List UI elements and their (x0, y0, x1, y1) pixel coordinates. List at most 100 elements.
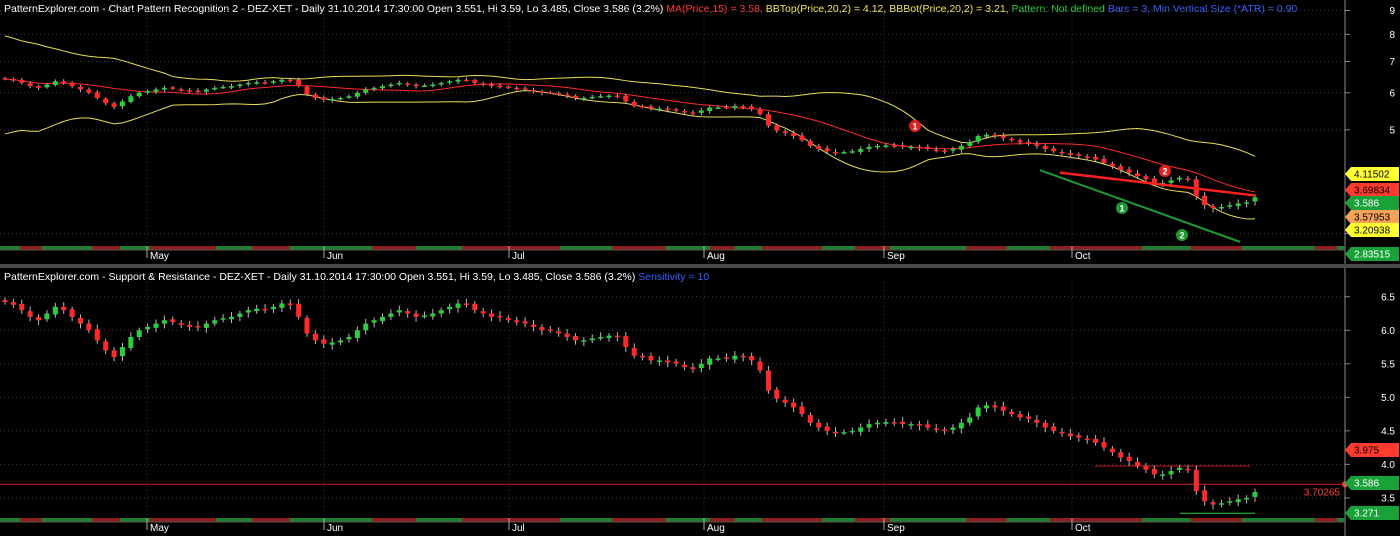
candle-body (103, 98, 109, 104)
candle-body (296, 79, 302, 87)
activity-strip-segment (890, 246, 927, 250)
candle-body (237, 313, 243, 317)
price-tag: 4.11502 (1345, 167, 1399, 181)
activity-strip-segment (822, 246, 855, 250)
y-tick-label: 4.0 (1381, 460, 1395, 471)
candle-body (136, 92, 142, 97)
pattern-chart-svg[interactable]: 1212987653MayJunJulAugSepOct4.115023.698… (0, 0, 1400, 264)
activity-strip-segment (791, 518, 822, 522)
candle-body (614, 95, 620, 98)
activity-strip-segment (150, 518, 182, 522)
activity-strip-segment (822, 518, 855, 522)
activity-strip-segment (762, 246, 791, 250)
candle-body (10, 302, 16, 305)
month-label: Aug (707, 251, 725, 262)
activity-strip-segment (372, 518, 416, 522)
pattern-marker: 2 (1176, 229, 1188, 241)
candle-body (1176, 177, 1182, 180)
candle-body (203, 323, 209, 328)
candle-body (564, 94, 570, 97)
y-tick-label: 5.5 (1381, 359, 1395, 370)
candle-body (212, 320, 218, 324)
candle-body (270, 81, 276, 83)
candle-body (1185, 468, 1191, 471)
candle-body (732, 355, 738, 360)
candle-body (1135, 173, 1141, 177)
candle-body (388, 84, 394, 87)
candle-body (547, 329, 553, 331)
candle-body (992, 405, 998, 408)
candle-body (774, 125, 780, 131)
candle-body (472, 79, 478, 83)
candle-body (539, 326, 545, 331)
candle-body (648, 356, 654, 361)
candle-body (1084, 156, 1090, 158)
pattern-recognition-chart-pane[interactable]: PatternExplorer.com - Chart Pattern Reco… (0, 0, 1400, 264)
candle-body (723, 357, 729, 359)
candle-body (1126, 456, 1132, 462)
candle-body (1235, 499, 1241, 503)
activity-strip-segment (416, 518, 462, 522)
activity-strip-segment (92, 518, 120, 522)
candle-body (682, 111, 688, 113)
candle-body (354, 330, 360, 338)
candle-body (27, 83, 33, 87)
month-label: Jun (327, 251, 343, 262)
month-label: Oct (1075, 251, 1091, 262)
candle-body (212, 87, 218, 90)
candle-body (1034, 143, 1040, 146)
candle-body (757, 109, 763, 115)
candle-body (841, 432, 847, 434)
candle-body (489, 313, 495, 317)
candle-body (883, 422, 889, 424)
candle-body (723, 107, 729, 109)
candle-body (1059, 151, 1065, 154)
activity-strip-segment (416, 246, 462, 250)
candle-body (891, 422, 897, 424)
activity-strip-segment (20, 246, 42, 250)
candle-body (623, 335, 629, 348)
pattern-marker-label: 2 (1179, 231, 1184, 241)
candle-body (10, 79, 16, 81)
candle-body (749, 356, 755, 361)
candle-body (606, 335, 612, 338)
month-label: Jun (327, 523, 343, 534)
candle-body (665, 360, 671, 363)
candle-body (992, 134, 998, 137)
candle-body (824, 148, 830, 152)
month-label: Sep (887, 523, 905, 534)
candles (2, 297, 1258, 510)
candle-body (338, 97, 344, 100)
grid (0, 282, 1345, 522)
candle-body (371, 87, 377, 90)
candle-body (975, 136, 981, 142)
candle-body (757, 361, 763, 371)
candle-body (119, 347, 125, 357)
activity-strip-segment (762, 518, 791, 522)
candle-body (128, 96, 134, 102)
candle-body (1017, 140, 1023, 143)
activity-strip-segment (182, 246, 216, 250)
price-tag-label: 3.69834 (1354, 186, 1391, 197)
candle-body (1101, 158, 1107, 163)
candle-body (614, 335, 620, 338)
candle-body (791, 133, 797, 137)
candle-body (1025, 141, 1031, 144)
month-label: Jul (512, 251, 525, 262)
candle-body (220, 318, 226, 320)
activity-strip-segment (560, 518, 612, 522)
candle-body (732, 106, 738, 109)
activity-strip-segment (66, 518, 92, 522)
activity-strip-segment (372, 246, 416, 250)
activity-strip-segment (735, 518, 762, 522)
support-resistance-chart-pane[interactable]: PatternExplorer.com - Support & Resistan… (0, 268, 1400, 536)
candle-body (799, 406, 805, 415)
candle-body (1244, 497, 1250, 500)
month-label: Jul (512, 523, 525, 534)
y-axis: 6.5 6.0 5.5 5.0 4.5 4.0 3.5 (1344, 268, 1395, 536)
candle-body (858, 427, 864, 432)
candle-body (958, 145, 964, 150)
sr-chart-svg[interactable]: 3.70265 6.5 6.0 5.5 5.0 4.5 4.0 3.5 May Jun Jul Aug… (0, 268, 1400, 536)
candle-body (480, 311, 486, 314)
activity-strip-segment (1242, 246, 1295, 250)
